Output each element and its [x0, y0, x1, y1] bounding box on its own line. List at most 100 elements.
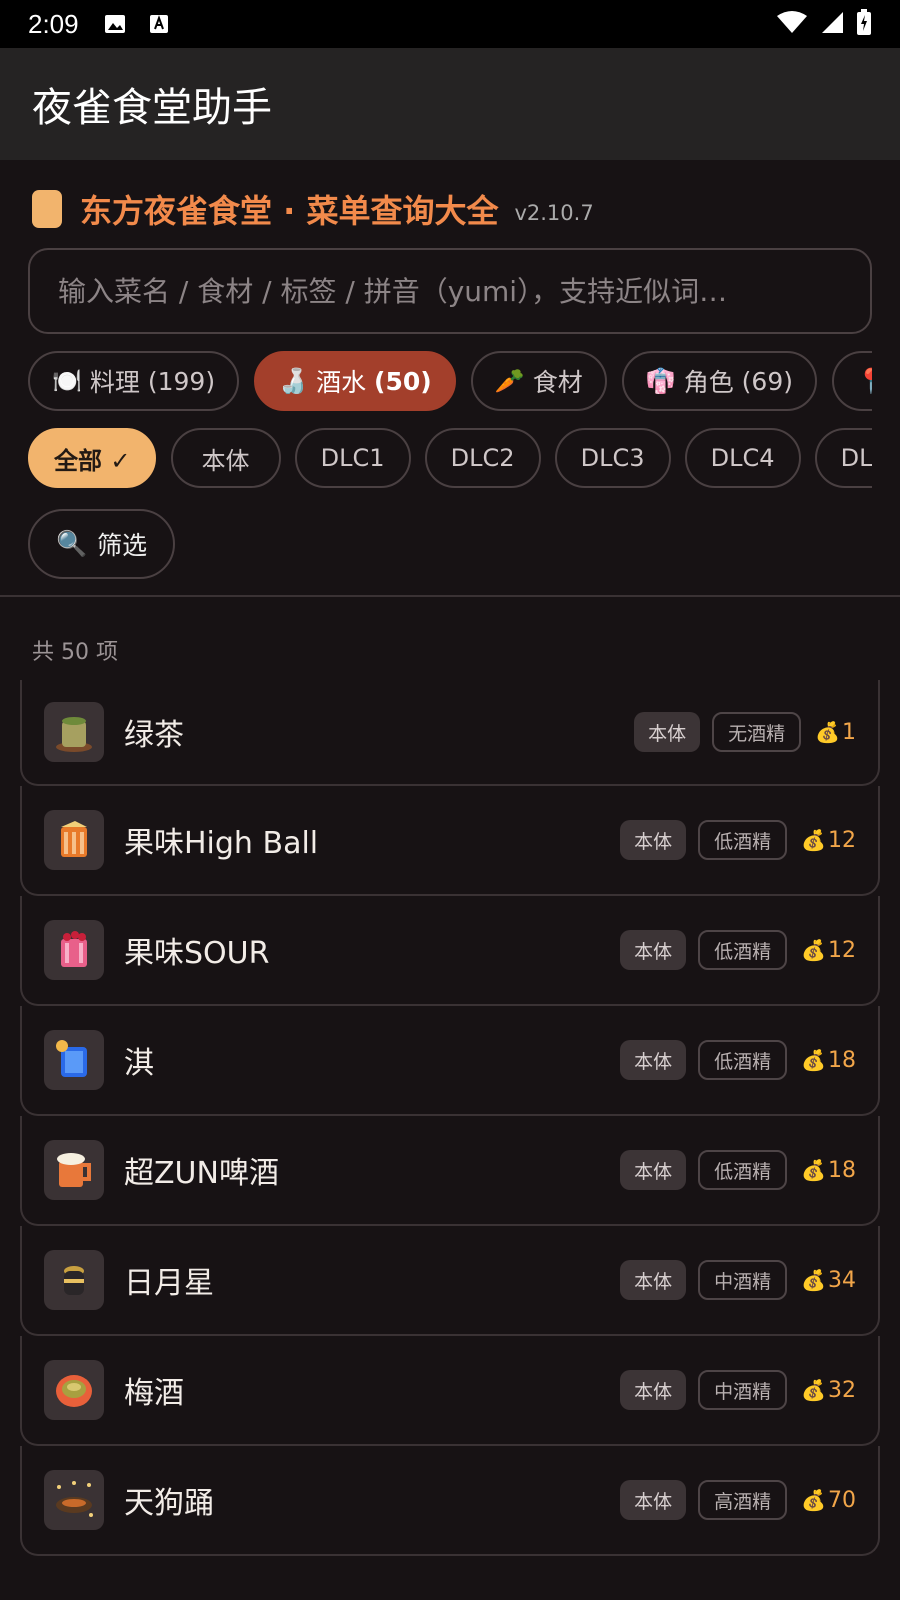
tab-label: 料理 [89, 368, 140, 397]
tab-locations[interactable]: 📍 地 [832, 351, 872, 411]
chip-dlc4[interactable]: DLC4 [684, 428, 801, 488]
search-box[interactable] [28, 248, 872, 334]
tab-ingredients[interactable]: 🥕 食材 [470, 351, 607, 411]
search-icon: 🔍 [56, 529, 88, 558]
price: 💰 12 [801, 938, 856, 963]
list-item[interactable]: 梅酒 本体 中酒精 💰 32 [20, 1336, 880, 1446]
price-value: 12 [828, 937, 856, 963]
tab-count: (50) [374, 366, 432, 396]
price: 💰 70 [801, 1488, 856, 1513]
sake-bottle-icon [44, 1250, 104, 1310]
app-bar: 夜雀食堂助手 [0, 48, 900, 160]
chip-dlc1[interactable]: DLC1 [294, 428, 411, 488]
item-name: 绿茶 [124, 718, 184, 753]
list-item[interactable]: 日月星 本体 中酒精 💰 34 [20, 1226, 880, 1336]
result-count: 共 50 项 [32, 640, 118, 665]
battery-icon [856, 9, 872, 39]
source-badge: 本体 [620, 1040, 687, 1080]
money-bag-icon: 💰 [801, 1378, 826, 1402]
item-name: 果味SOUR [124, 936, 270, 971]
page-title: 东方夜雀食堂 · 菜单查询大全 [80, 192, 499, 230]
money-bag-icon: 💰 [801, 828, 826, 852]
price: 💰 32 [801, 1378, 856, 1403]
chip-dlc2[interactable]: DLC2 [424, 428, 541, 488]
green-tea-icon [44, 702, 104, 762]
money-bag-icon: 💰 [801, 938, 826, 962]
price: 💰 18 [801, 1048, 856, 1073]
alcohol-badge: 低酒精 [698, 1150, 788, 1190]
price-value: 32 [828, 1377, 856, 1403]
tengu-dance-icon [44, 1470, 104, 1530]
divider [0, 595, 900, 597]
money-bag-icon: 💰 [801, 1268, 826, 1292]
item-name: 果味High Ball [124, 826, 319, 861]
price-value: 12 [828, 827, 856, 853]
blue-drink-icon [44, 1030, 104, 1090]
pin-icon: 📍 [856, 367, 872, 395]
image-notification-icon [103, 13, 127, 35]
price: 💰 34 [801, 1268, 856, 1293]
money-bag-icon: 💰 [801, 1158, 826, 1182]
search-input[interactable] [58, 274, 838, 308]
price-value: 1 [842, 719, 856, 745]
list-item[interactable]: 果味High Ball 本体 低酒精 💰 12 [20, 786, 880, 896]
filter-button[interactable]: 🔍 筛选 [28, 509, 176, 579]
alcohol-badge: 低酒精 [698, 1040, 788, 1080]
character-icon: 👘 [645, 367, 676, 395]
source-badge: 本体 [620, 1370, 687, 1410]
sour-icon [44, 920, 104, 980]
logo-icon [32, 190, 62, 228]
price-value: 70 [828, 1487, 856, 1513]
price-value: 18 [828, 1047, 856, 1073]
tab-label: 酒水 [316, 368, 367, 397]
item-name: 淇 [124, 1046, 154, 1081]
plum-wine-icon [44, 1360, 104, 1420]
price: 💰 1 [815, 720, 856, 745]
alcohol-badge: 高酒精 [698, 1480, 788, 1520]
price-value: 18 [828, 1157, 856, 1183]
tab-characters[interactable]: 👘 角色 (69) [621, 351, 817, 411]
status-time: 2:09 [28, 8, 79, 39]
category-tabs: 🍽️ 料理 (199) 🍶 酒水 (50) 🥕 食材 👘 角色 (69) 📍 地 [28, 351, 872, 413]
list-item[interactable]: 超ZUN啤酒 本体 低酒精 💰 18 [20, 1116, 880, 1226]
item-name: 天狗踊 [124, 1486, 214, 1521]
plate-icon: 🍽️ [52, 367, 82, 395]
highball-icon [44, 810, 104, 870]
tab-drinks[interactable]: 🍶 酒水 (50) [254, 351, 456, 411]
version-label: v2.10.7 [514, 201, 594, 225]
tab-count: (199) [147, 366, 216, 396]
source-badge: 本体 [620, 930, 687, 970]
beer-mug-icon [44, 1140, 104, 1200]
carrot-icon: 🥕 [494, 367, 525, 395]
list-item[interactable]: 果味SOUR 本体 低酒精 💰 12 [20, 896, 880, 1006]
alcohol-badge: 无酒精 [712, 712, 802, 752]
tab-dishes[interactable]: 🍽️ 料理 (199) [28, 351, 240, 411]
dlc-filter-chips: 全部 ✓ 本体 DLC1 DLC2 DLC3 DLC4 DLC5 [28, 428, 872, 490]
drink-list: 绿茶 本体 无酒精 💰 1 果味High Ball 本体 低酒精 💰 12 果味SO… [20, 680, 880, 1556]
price: 💰 12 [801, 828, 856, 853]
tab-label: 角色 [683, 368, 734, 397]
status-bar: 2:09 [0, 0, 900, 48]
list-item[interactable]: 天狗踊 本体 高酒精 💰 70 [20, 1446, 880, 1556]
text-notification-icon [147, 13, 171, 35]
wifi-icon [776, 10, 808, 38]
chip-base[interactable]: 本体 [170, 428, 281, 488]
tab-count: (69) [741, 366, 793, 396]
item-name: 梅酒 [124, 1376, 184, 1411]
chip-all[interactable]: 全部 ✓ [28, 428, 157, 488]
source-badge: 本体 [620, 1150, 687, 1190]
price: 💰 18 [801, 1158, 856, 1183]
chip-dlc5[interactable]: DLC5 [814, 428, 872, 488]
alcohol-badge: 中酒精 [698, 1370, 788, 1410]
alcohol-badge: 低酒精 [698, 930, 788, 970]
money-bag-icon: 💰 [801, 1488, 826, 1512]
sake-bottle-icon: 🍶 [278, 367, 309, 395]
chip-dlc3[interactable]: DLC3 [554, 428, 671, 488]
source-badge: 本体 [620, 820, 687, 860]
money-bag-icon: 💰 [815, 720, 840, 744]
tab-label: 食材 [532, 368, 583, 397]
signal-icon [820, 10, 844, 38]
list-item[interactable]: 绿茶 本体 无酒精 💰 1 [20, 680, 880, 786]
list-item[interactable]: 淇 本体 低酒精 💰 18 [20, 1006, 880, 1116]
item-name: 日月星 [124, 1266, 214, 1301]
